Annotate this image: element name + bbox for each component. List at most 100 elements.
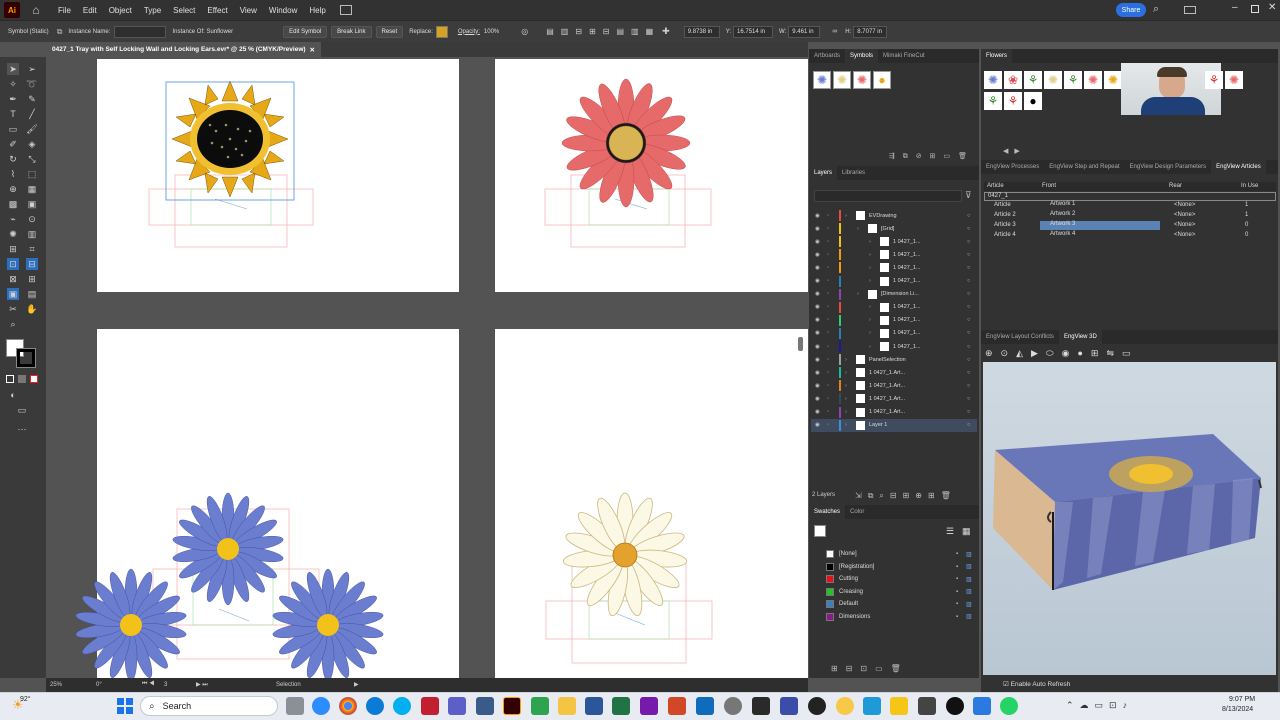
target-icon[interactable]: ○: [967, 239, 977, 245]
settings-icon[interactable]: [724, 697, 742, 715]
lock-icon[interactable]: ▫: [827, 370, 837, 376]
app-icon[interactable]: [973, 697, 991, 715]
status-arrow-icon[interactable]: ▶: [354, 681, 359, 688]
article-row[interactable]: Article 2 Artwork 2 <None> 1: [985, 211, 1277, 221]
app-icon[interactable]: [808, 697, 826, 715]
artboard-nav-icon[interactable]: ⏮ ◀: [142, 681, 154, 688]
outlook-icon[interactable]: [696, 697, 714, 715]
flower-symbol-icon[interactable]: ✺: [1044, 71, 1062, 89]
app-icon[interactable]: [946, 697, 964, 715]
expand-icon[interactable]: ›: [869, 304, 877, 310]
menu-effect[interactable]: Effect: [207, 6, 227, 15]
tab-engview-step-repeat[interactable]: EngView Step and Repeat: [1044, 160, 1124, 174]
skype-icon[interactable]: [393, 697, 411, 715]
swatch-actions[interactable]: ⊞⊟⊡▭🗑: [831, 664, 909, 673]
app-icon[interactable]: [890, 697, 908, 715]
tab-layers[interactable]: Layers: [809, 166, 838, 180]
expand-icon[interactable]: ›: [869, 265, 877, 271]
artboard-nav-next-icon[interactable]: ▶ ⏭: [196, 681, 208, 689]
target-icon[interactable]: ○: [967, 370, 977, 376]
symbol-panel-actions[interactable]: ⇶⧉⊘⊞▭🗑: [815, 152, 975, 161]
expand-icon[interactable]: ›: [845, 357, 853, 363]
arrange-icon[interactable]: [339, 5, 352, 15]
rotation-value[interactable]: 0°: [96, 682, 102, 688]
swatch-row[interactable]: Dimensions ▪ ▥: [826, 611, 976, 623]
article-rear[interactable]: <None>: [1174, 232, 1195, 238]
target-icon[interactable]: ○: [967, 226, 977, 232]
whatsapp-icon[interactable]: [1000, 697, 1018, 715]
layer-row[interactable]: ◉ ▫ › 1 0427_1... ○: [811, 248, 977, 261]
line-icon[interactable]: ╱: [26, 108, 38, 120]
layer-row[interactable]: ◉ ▫ › EVDrawing ○: [811, 209, 977, 222]
default-colors-icon[interactable]: [6, 375, 14, 383]
width-icon[interactable]: ⌇: [7, 168, 19, 180]
target-icon[interactable]: ○: [967, 396, 977, 402]
expand-icon[interactable]: ›: [869, 239, 877, 245]
app-icon[interactable]: [780, 697, 798, 715]
lock-icon[interactable]: ▫: [827, 357, 837, 363]
expand-icon[interactable]: ›: [869, 344, 877, 350]
sunflower-artwork[interactable]: [97, 59, 459, 292]
daisy-artwork[interactable]: [495, 329, 808, 678]
target-icon[interactable]: ○: [967, 304, 977, 310]
expand-icon[interactable]: ›: [869, 252, 877, 258]
eye-icon[interactable]: ◉: [815, 370, 825, 376]
tray-icons[interactable]: ⌃☁▭⊡♪: [1066, 700, 1133, 711]
tab-mimaki[interactable]: Mimaki FineCut: [878, 49, 930, 63]
article-rear[interactable]: <None>: [1174, 222, 1195, 228]
artboard-number[interactable]: 3: [164, 682, 167, 688]
symbol-aster[interactable]: ✺: [813, 71, 831, 89]
articles-group-row[interactable]: 0427_1: [984, 192, 1276, 201]
expand-icon[interactable]: ›: [845, 409, 853, 415]
more-tools-icon[interactable]: ⋯: [16, 423, 28, 435]
flower-symbol-icon[interactable]: ⚘: [1205, 71, 1223, 89]
eye-icon[interactable]: ◉: [815, 278, 825, 284]
teams-icon[interactable]: [448, 697, 466, 715]
menu-object[interactable]: Object: [109, 6, 132, 15]
curvature-icon[interactable]: ✎: [26, 93, 38, 105]
layer-row[interactable]: ◉ ▫ › Layer 1 ○: [811, 418, 977, 432]
eye-icon[interactable]: ◉: [815, 317, 825, 323]
lock-icon[interactable]: ▫: [827, 304, 837, 310]
expand-icon[interactable]: ›: [845, 383, 853, 389]
eye-icon[interactable]: ◉: [815, 383, 825, 389]
excel-icon[interactable]: [612, 697, 630, 715]
mesh-icon[interactable]: ▩: [7, 198, 19, 210]
break-link-button[interactable]: Break Link: [331, 25, 372, 38]
expand-icon[interactable]: ›: [845, 370, 853, 376]
app-icon[interactable]: [476, 697, 494, 715]
powerpoint-icon[interactable]: [668, 697, 686, 715]
menu-edit[interactable]: Edit: [83, 6, 97, 15]
engview-tool-6-icon[interactable]: ▤: [26, 288, 38, 300]
article-front[interactable]: Artwork 3: [1040, 221, 1160, 230]
start-icon[interactable]: [117, 698, 133, 714]
workspace-icon[interactable]: [1184, 6, 1196, 14]
lock-icon[interactable]: ▫: [827, 213, 837, 219]
clock-time[interactable]: 9:07 PM: [1229, 696, 1255, 703]
lock-icon[interactable]: ▫: [827, 422, 837, 428]
article-front[interactable]: Artwork 1: [1040, 201, 1160, 210]
flower-swatches-right[interactable]: ⚘ ✺: [1205, 71, 1265, 89]
article-row[interactable]: Article 4 Artwork 4 <None> 0: [985, 231, 1277, 241]
maximize-icon[interactable]: [1251, 5, 1259, 13]
expand-icon[interactable]: ›: [869, 278, 877, 284]
target-icon[interactable]: ○: [967, 357, 977, 363]
minimize-icon[interactable]: –: [1232, 2, 1238, 13]
layer-row[interactable]: ◉ ▫ › [Grid] ○: [811, 222, 977, 235]
flower-symbol-icon[interactable]: ⚘: [1064, 71, 1082, 89]
flower-symbol-icon[interactable]: ●: [1024, 92, 1042, 110]
chrome-icon[interactable]: [339, 697, 357, 715]
target-icon[interactable]: ○: [967, 383, 977, 389]
direct-selection-icon[interactable]: ➢: [26, 63, 38, 75]
tab-layout-conflicts[interactable]: EngView Layout Conflicts: [981, 330, 1059, 344]
y-input[interactable]: 16.7514 in: [733, 25, 774, 38]
lock-icon[interactable]: ▫: [827, 396, 837, 402]
flower-symbol-icon[interactable]: ⚘: [1004, 92, 1022, 110]
tab-symbols[interactable]: Symbols: [845, 49, 879, 63]
layers-actions[interactable]: ⇲⧉⌕⊟⊞⊕⊞🗑: [855, 491, 957, 501]
lock-icon[interactable]: ▫: [827, 291, 837, 297]
app-icon[interactable]: [752, 697, 770, 715]
draw-mode-icon[interactable]: ◐: [7, 389, 19, 401]
expand-icon[interactable]: ›: [857, 226, 865, 232]
app-icon[interactable]: [531, 697, 549, 715]
